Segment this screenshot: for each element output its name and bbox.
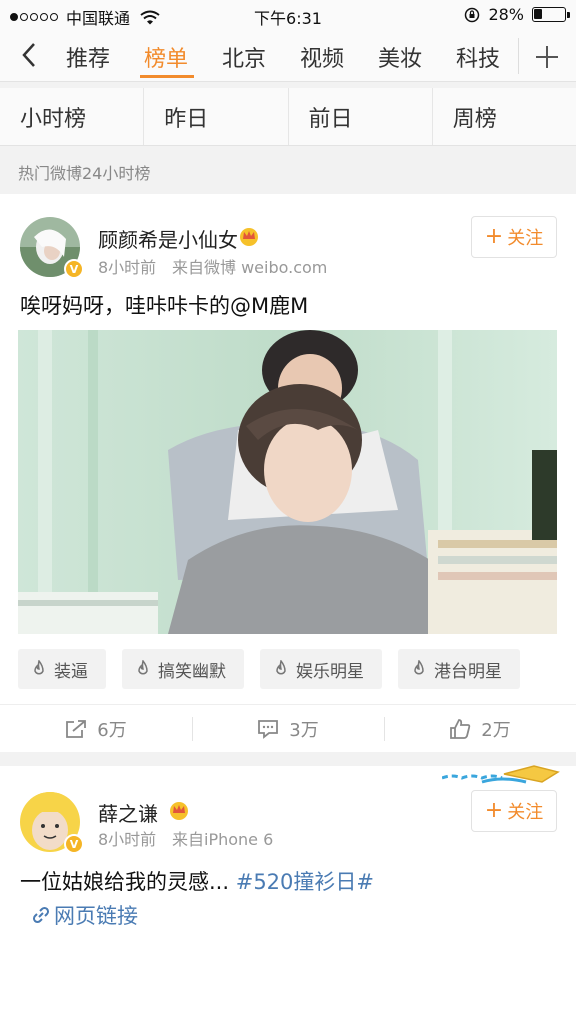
- web-link[interactable]: 网页链接: [32, 900, 138, 930]
- like-count: 2万: [481, 719, 511, 741]
- top-nav: 推荐 榜单 北京 视频 美妆 科技: [0, 30, 576, 82]
- post-actions: 6万 3万 2万: [0, 704, 576, 752]
- hashtag-link[interactable]: #520撞衫日#: [236, 870, 374, 894]
- post-text-body: 一位姑娘给我的灵感...: [20, 870, 230, 894]
- post-text: 唉呀妈呀，哇咔咔卡的@M鹿M: [20, 294, 309, 318]
- like-button[interactable]: 2万: [384, 705, 576, 752]
- tag-item[interactable]: 搞笑幽默: [122, 649, 244, 689]
- tag-label: 装逼: [54, 661, 88, 682]
- active-tab-indicator: [140, 75, 194, 78]
- chevron-left-icon: [22, 43, 35, 67]
- tag-item[interactable]: 装逼: [18, 649, 106, 689]
- follow-label: 关注: [507, 802, 544, 823]
- verified-badge-icon: V: [64, 834, 84, 854]
- fire-icon: [34, 660, 44, 675]
- post-photo[interactable]: [18, 330, 557, 634]
- web-link-label: 网页链接: [54, 904, 138, 928]
- fire-icon: [138, 660, 148, 675]
- tab-beijing[interactable]: 北京: [222, 41, 266, 73]
- tab-video[interactable]: 视频: [300, 41, 344, 73]
- follow-label: 关注: [507, 228, 544, 249]
- link-icon: [32, 906, 50, 924]
- ranking-subtabs: 小时榜 昨日 前日 周榜: [0, 88, 576, 146]
- tag-label: 娱乐明星: [296, 661, 364, 682]
- repost-button[interactable]: 6万: [0, 705, 192, 752]
- plus-icon: [536, 46, 558, 68]
- comment-button[interactable]: 3万: [192, 705, 384, 752]
- follow-button[interactable]: + 关注: [471, 790, 557, 832]
- tab-recommend[interactable]: 推荐: [66, 41, 110, 73]
- plus-icon: +: [484, 224, 504, 249]
- avatar[interactable]: V: [20, 217, 84, 279]
- post-username[interactable]: 薛之谦: [98, 798, 158, 827]
- card-decoration-icon: [442, 765, 560, 784]
- vip-crown-icon: [240, 228, 258, 246]
- fire-icon: [414, 660, 424, 675]
- comment-count: 3万: [289, 719, 319, 741]
- status-bar: 中国联通 下午6:31 28%: [0, 0, 576, 30]
- orientation-lock-icon: [465, 7, 480, 22]
- nav-divider: [518, 38, 519, 74]
- follow-button[interactable]: + 关注: [471, 216, 557, 258]
- post-source: 来自微博 weibo.com: [172, 258, 328, 277]
- tag-item[interactable]: 娱乐明星: [260, 649, 382, 689]
- post-time: 8小时前: [98, 830, 157, 849]
- section-label: 热门微博24小时榜: [18, 164, 151, 183]
- subtab-yesterday[interactable]: 昨日: [144, 88, 289, 145]
- back-button[interactable]: [14, 38, 44, 72]
- post-card[interactable]: V 薛之谦 8小时前 来自iPhone 6 + 关注 一位姑娘给我的灵感... …: [0, 765, 576, 1024]
- verified-badge-icon: V: [64, 259, 84, 279]
- subtab-weekly[interactable]: 周榜: [433, 88, 576, 145]
- fire-icon: [276, 660, 286, 675]
- repost-icon: [66, 719, 87, 738]
- photo-image: [18, 330, 557, 634]
- plus-icon: +: [484, 798, 504, 823]
- post-card[interactable]: V 顾颜希是小仙女 8小时前 来自微博 weibo.com + 关注 唉呀妈呀，…: [0, 194, 576, 752]
- vip-crown-icon: [170, 802, 188, 820]
- tab-tech[interactable]: 科技: [456, 41, 500, 73]
- repost-count: 6万: [97, 719, 127, 741]
- post-tags: 装逼 搞笑幽默 娱乐明星 港台明星: [18, 649, 520, 689]
- post-username[interactable]: 顾颜希是小仙女: [98, 224, 238, 253]
- status-right: 28%: [464, 5, 570, 24]
- post-source: 来自iPhone 6: [172, 830, 274, 849]
- comment-icon: [258, 719, 279, 739]
- battery-percent: 28%: [488, 5, 524, 24]
- subtab-day-before[interactable]: 前日: [289, 88, 433, 145]
- add-channel-button[interactable]: [530, 40, 564, 74]
- tag-label: 搞笑幽默: [158, 661, 226, 682]
- tab-ranking[interactable]: 榜单: [144, 41, 188, 73]
- tab-beauty[interactable]: 美妆: [378, 41, 422, 73]
- avatar[interactable]: V: [20, 792, 84, 854]
- tag-item[interactable]: 港台明星: [398, 649, 520, 689]
- battery-icon: [532, 7, 570, 22]
- subtab-hourly[interactable]: 小时榜: [0, 88, 145, 145]
- thumbs-up-icon: [450, 718, 471, 739]
- tag-label: 港台明星: [434, 661, 502, 682]
- post-time: 8小时前: [98, 258, 157, 277]
- post-text: 一位姑娘给我的灵感... #520撞衫日#: [20, 866, 374, 896]
